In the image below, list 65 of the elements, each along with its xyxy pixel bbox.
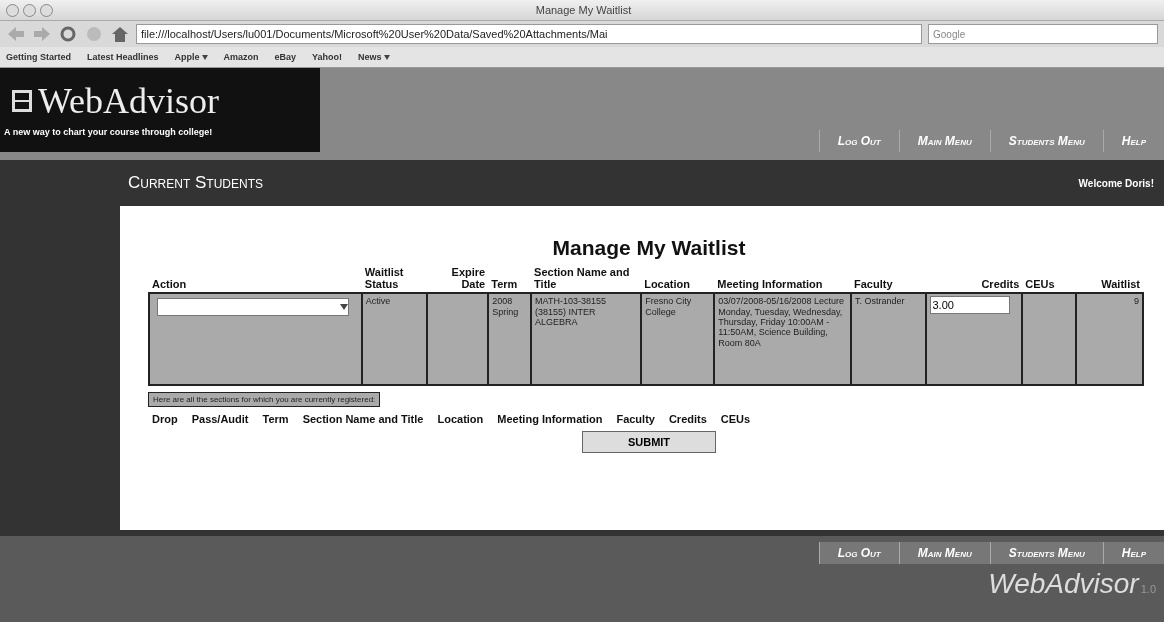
reload-icon[interactable] xyxy=(58,25,78,43)
column-header: Location xyxy=(641,264,715,294)
footer-logo-text: WebAdvisor xyxy=(988,568,1139,600)
bookmark-link[interactable]: Getting Started xyxy=(6,52,71,62)
back-icon[interactable] xyxy=(6,25,26,43)
column-header: Meeting Information xyxy=(497,413,603,426)
column-header: Waitlist Status xyxy=(361,264,428,294)
column-header: CEUs xyxy=(1022,264,1076,294)
dropdown-caret-icon xyxy=(340,304,348,311)
bookmark-link[interactable]: Yahoo! xyxy=(312,52,343,62)
home-icon[interactable] xyxy=(110,25,130,43)
column-header: Faculty xyxy=(616,413,655,426)
bookmark-link[interactable]: Amazon xyxy=(223,52,259,62)
column-header: Meeting Information xyxy=(714,264,851,294)
column-header: Action xyxy=(149,264,362,294)
nav-link[interactable]: Main Menu xyxy=(898,542,990,564)
column-header: Location xyxy=(437,413,484,426)
table-cell: MATH-103-38155 (38155) INTER ALGEBRA xyxy=(531,293,642,386)
column-header: Waitlist xyxy=(1075,264,1143,294)
column-header: Term xyxy=(262,413,289,426)
column-header: Section Name and Title xyxy=(531,264,642,294)
college-logo-icon xyxy=(12,90,32,112)
column-header: Credits xyxy=(925,264,1023,294)
column-header: Pass/Audit xyxy=(191,413,249,426)
nav-link[interactable]: Help xyxy=(1102,542,1164,564)
table-cell: T. Ostrander xyxy=(851,293,926,386)
nav-link[interactable]: Students Menu xyxy=(989,130,1103,152)
search-field[interactable]: Google xyxy=(928,24,1158,44)
bookmark-link[interactable]: Apple xyxy=(174,52,200,62)
nav-link[interactable]: Log Out xyxy=(818,130,899,152)
registered-note: Here are all the sections for which you are currently registered: xyxy=(148,392,381,408)
table-cell: Fresno City College xyxy=(641,293,715,386)
page-heading: Manage My Waitlist xyxy=(552,236,746,260)
bookmark-link[interactable]: Latest Headlines xyxy=(87,52,159,62)
table-cell: 9 xyxy=(1075,293,1143,386)
column-header: Credits xyxy=(668,413,707,426)
close-icon[interactable] xyxy=(6,3,19,17)
table-cell: 2008 Spring xyxy=(488,293,532,386)
column-header: Term xyxy=(488,264,532,294)
column-header: Drop xyxy=(152,413,178,426)
section-title: Current Students xyxy=(128,173,263,193)
nav-link[interactable]: Students Menu xyxy=(989,542,1103,564)
logo-text: WebAdvisor xyxy=(38,83,220,119)
column-header: Expire Date xyxy=(427,264,489,294)
submit-button[interactable]: SUBMIT xyxy=(582,431,716,454)
column-header: CEUs xyxy=(720,413,751,426)
bookmark-link[interactable]: eBay xyxy=(274,52,297,62)
nav-link[interactable]: Log Out xyxy=(818,542,899,564)
tagline: A new way to chart your course through college! xyxy=(4,127,214,137)
version-text: 1.0 xyxy=(1140,583,1156,595)
column-header: Faculty xyxy=(851,264,926,294)
nav-link[interactable]: Main Menu xyxy=(898,130,990,152)
forward-icon[interactable] xyxy=(32,25,52,43)
window-title: Manage My Waitlist xyxy=(535,4,632,16)
table-cell: Active xyxy=(361,293,428,386)
bookmark-link[interactable]: News xyxy=(358,52,382,62)
zoom-icon[interactable] xyxy=(40,3,53,17)
address-field[interactable]: file:///localhost/Users/lu001/Documents/Microsoft%20User%20Data/Saved%20Attachments/Mai xyxy=(136,24,922,44)
column-header: Section Name and Title xyxy=(302,413,424,426)
welcome-text: Welcome Doris! xyxy=(1078,177,1154,189)
minimize-icon[interactable] xyxy=(23,3,36,17)
nav-link[interactable]: Help xyxy=(1102,130,1164,152)
table-cell: 03/07/2008-05/16/2008 Lecture Monday, Tuesday, Wednesday, Thursday, Friday 10:00AM - 11:50AM, Science Building, Room 80A xyxy=(714,293,851,386)
action-dropdown[interactable] xyxy=(157,298,349,317)
credits-input[interactable]: 3.00 xyxy=(929,296,1010,315)
